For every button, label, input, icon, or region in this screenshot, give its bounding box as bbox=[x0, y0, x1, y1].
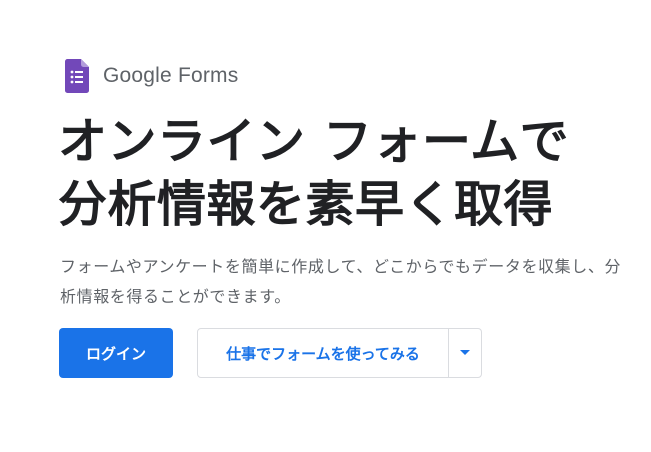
headline-line-2: 分析情報を素早く取得 bbox=[58, 176, 554, 233]
try-forms-for-work-button[interactable]: 仕事でフォームを使ってみる bbox=[198, 329, 448, 377]
hero-description: フォームやアンケートを簡単に作成して、どこからでもデータを収集し、分析情報を得る… bbox=[60, 257, 622, 306]
brand-name: Google Forms bbox=[103, 64, 239, 87]
login-button[interactable]: ログイン bbox=[59, 328, 173, 378]
work-options-dropdown[interactable] bbox=[449, 329, 481, 377]
google-forms-icon bbox=[65, 59, 89, 93]
brand-logo[interactable]: Google Forms bbox=[65, 58, 238, 94]
work-split-button: 仕事でフォームを使ってみる bbox=[197, 328, 482, 378]
caret-down-icon bbox=[460, 350, 470, 355]
hero-headline: オンライン フォームで 分析情報を素早く取得 bbox=[58, 110, 569, 236]
landing-page: Google Forms オンライン フォームで 分析情報を素早く取得 フォーム… bbox=[0, 0, 651, 452]
headline-line-1: オンライン フォームで bbox=[58, 113, 570, 170]
